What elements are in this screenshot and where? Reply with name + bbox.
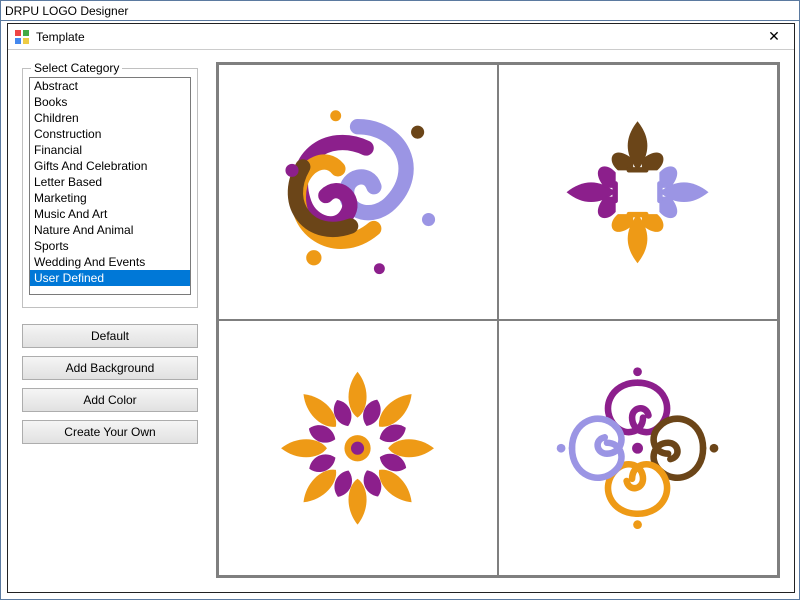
category-item[interactable]: Music And Art [30,206,190,222]
category-listbox[interactable]: AbstractBooksChildrenConstructionFinanci… [29,77,191,295]
main-window: DRPU LOGO Designer Template ✕ Select Cat… [0,0,800,600]
template-thumb-mandala[interactable] [219,321,497,575]
category-item[interactable]: Books [30,94,190,110]
category-label: Select Category [31,61,122,75]
category-groupbox: Select Category AbstractBooksChildrenCon… [22,68,198,308]
template-thumb-swirl[interactable] [219,65,497,319]
category-item[interactable]: User Defined [30,270,190,286]
close-icon: ✕ [768,28,780,45]
category-item[interactable]: Financial [30,142,190,158]
dialog-titlebar: Template ✕ [8,24,794,50]
category-item[interactable]: Marketing [30,190,190,206]
category-item[interactable]: Abstract [30,78,190,94]
button-stack: Default Add Background Add Color Create … [22,324,198,444]
add-background-button[interactable]: Add Background [22,356,198,380]
fleur-de-lis-ornament-icon [518,83,757,301]
dialog-body: Select Category AbstractBooksChildrenCon… [8,50,794,592]
create-your-own-button[interactable]: Create Your Own [22,420,198,444]
template-dialog: Template ✕ Select Category AbstractBooks… [7,23,795,593]
floral-mandala-icon [238,339,477,557]
default-button[interactable]: Default [22,324,198,348]
category-item[interactable]: Sports [30,238,190,254]
category-item[interactable]: Letter Based [30,174,190,190]
add-color-button[interactable]: Add Color [22,388,198,412]
template-preview-grid [216,62,780,578]
main-titlebar: DRPU LOGO Designer [1,1,799,21]
category-item[interactable]: Construction [30,126,190,142]
left-panel: Select Category AbstractBooksChildrenCon… [22,62,198,578]
close-button[interactable]: ✕ [760,27,788,47]
swirl-ornament-icon [238,83,477,301]
category-item[interactable]: Wedding And Events [30,254,190,270]
dialog-title: Template [36,30,760,44]
main-title: DRPU LOGO Designer [5,4,128,18]
category-item[interactable]: Gifts And Celebration [30,158,190,174]
category-item[interactable]: Children [30,110,190,126]
scroll-ornament-icon [518,339,757,557]
template-thumb-fleur[interactable] [499,65,777,319]
category-item[interactable]: Nature And Animal [30,222,190,238]
template-thumb-scroll[interactable] [499,321,777,575]
app-icon [14,29,30,45]
